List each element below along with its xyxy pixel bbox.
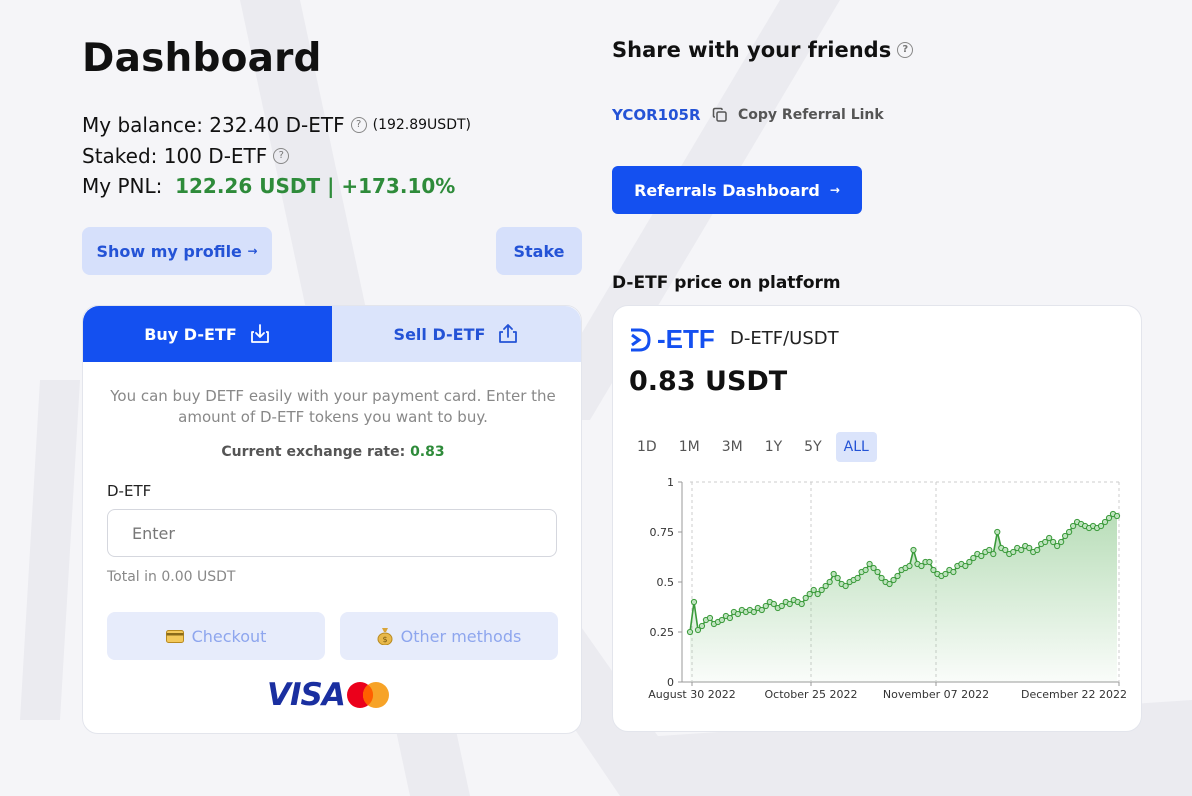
help-icon[interactable]: ?	[897, 42, 914, 58]
tab-buy-label: Buy D-ETF	[144, 324, 237, 344]
range-3m[interactable]: 3M	[714, 432, 751, 462]
credit-card-icon	[165, 629, 184, 643]
trade-tabs: Buy D-ETF Sell D-ETF	[83, 306, 581, 362]
range-5y[interactable]: 5Y	[796, 432, 829, 462]
y-tick-label: 0.5	[657, 576, 675, 589]
other-methods-button[interactable]: $ Other methods	[340, 612, 558, 660]
data-point	[726, 614, 734, 622]
arrow-right-icon: →	[829, 183, 840, 197]
trading-pair: D-ETF/USDT	[730, 328, 839, 349]
data-point	[874, 568, 881, 576]
data-point	[990, 550, 997, 558]
data-point	[1058, 538, 1065, 546]
staked-value: 100 D-ETF	[163, 144, 268, 168]
data-point	[1066, 528, 1073, 536]
data-point	[690, 598, 698, 606]
pnl-label: My PNL:	[82, 174, 163, 198]
range-1y[interactable]: 1Y	[757, 432, 790, 462]
stake-label: Stake	[513, 241, 565, 261]
data-point	[706, 614, 714, 622]
checkout-button[interactable]: Checkout	[107, 612, 325, 660]
staked-label: Staked:	[82, 144, 158, 168]
data-point	[854, 574, 861, 582]
show-profile-button[interactable]: Show my profile →	[82, 227, 272, 275]
data-point	[906, 562, 913, 570]
tab-buy[interactable]: Buy D-ETF	[83, 306, 332, 362]
price-chart-card: -ETF D-ETF/USDT 0.83 USDT 1D 1M 3M 1Y 5Y…	[612, 305, 1142, 732]
help-icon[interactable]: ?	[273, 148, 290, 164]
x-tick-label: December 22 2022	[1021, 688, 1127, 701]
range-all[interactable]: ALL	[835, 432, 877, 462]
mastercard-logo	[346, 682, 389, 708]
data-point	[1034, 546, 1041, 554]
x-tick-label: October 25 2022	[764, 688, 857, 701]
y-tick-label: 0.75	[650, 526, 675, 539]
data-point	[926, 558, 933, 566]
exchange-rate: Current exchange rate: 0.83	[83, 444, 583, 460]
total-text: Total in 0.00 USDT	[107, 569, 236, 585]
data-point	[826, 578, 833, 586]
y-tick-label: 1	[667, 476, 674, 489]
data-point	[994, 528, 1001, 536]
x-tick-label: November 07 2022	[883, 688, 989, 701]
stake-button[interactable]: Stake	[496, 227, 582, 275]
data-point	[686, 628, 694, 636]
help-icon[interactable]: ?	[350, 117, 367, 133]
price-section-title: D-ETF price on platform	[612, 273, 841, 293]
share-title: Share with your friends ?	[612, 38, 914, 62]
referrals-dashboard-label: Referrals Dashboard	[634, 180, 820, 200]
tab-sell-label: Sell D-ETF	[393, 324, 486, 344]
data-point	[1113, 512, 1121, 520]
page-title: Dashboard	[82, 36, 322, 81]
balance-value: 232.40 D-ETF	[209, 113, 345, 137]
staked-row: Staked: 100 D-ETF ?	[82, 144, 290, 168]
rate-value: 0.83	[410, 444, 445, 460]
range-selector: 1D 1M 3M 1Y 5Y ALL	[629, 432, 877, 462]
trade-card: Buy D-ETF Sell D-ETF You can buy DETF ea…	[82, 305, 582, 734]
x-tick-label: August 30 2022	[648, 688, 735, 701]
detf-amount-input[interactable]	[107, 509, 557, 557]
data-point	[950, 568, 957, 576]
show-profile-label: Show my profile	[96, 241, 242, 261]
other-methods-label: Other methods	[400, 626, 522, 646]
share-title-text: Share with your friends	[612, 38, 892, 62]
current-price: 0.83 USDT	[629, 366, 788, 397]
pnl-row: My PNL: 122.26 USDT | +173.10%	[82, 174, 455, 198]
tab-sell[interactable]: Sell D-ETF	[332, 306, 581, 362]
range-1m[interactable]: 1M	[671, 432, 708, 462]
balance-usdt: (192.89USDT)	[372, 117, 471, 133]
payment-logos: VISA	[267, 677, 391, 713]
data-point	[798, 600, 805, 608]
data-point	[698, 622, 706, 630]
copy-icon	[712, 107, 727, 122]
data-point	[910, 546, 917, 554]
detf-logo-text: -ETF	[657, 324, 715, 354]
referral-code: YCOR105R	[612, 106, 701, 124]
price-chart: 00.250.50.751August 30 2022 October 25 20…	[648, 476, 1127, 701]
copy-link-label: Copy Referral Link	[738, 107, 884, 123]
pnl-value: 122.26 USDT | +173.10%	[175, 174, 456, 198]
copy-referral-link[interactable]: Copy Referral Link	[712, 107, 884, 123]
data-point	[834, 574, 841, 582]
y-tick-label: 0.25	[650, 626, 675, 639]
svg-text:$: $	[382, 635, 387, 644]
detf-field-label: D-ETF	[107, 482, 152, 500]
data-point	[894, 572, 901, 580]
balance-label: My balance:	[82, 113, 203, 137]
balance-row: My balance: 232.40 D-ETF ? (192.89USDT)	[82, 113, 471, 137]
download-icon	[250, 324, 269, 343]
data-point	[862, 566, 869, 574]
visa-logo: VISA	[267, 677, 346, 713]
detf-logo: -ETF	[629, 324, 715, 355]
money-bag-icon: $	[377, 628, 393, 645]
buy-description: You can buy DETF easily with your paymen…	[110, 387, 556, 426]
checkout-label: Checkout	[191, 626, 267, 646]
rate-label: Current exchange rate:	[221, 444, 406, 460]
detf-logo-mark	[631, 328, 651, 351]
share-icon	[499, 324, 518, 343]
referrals-dashboard-button[interactable]: Referrals Dashboard →	[612, 166, 862, 214]
range-1d[interactable]: 1D	[629, 432, 665, 462]
arrow-right-icon: →	[247, 244, 258, 258]
